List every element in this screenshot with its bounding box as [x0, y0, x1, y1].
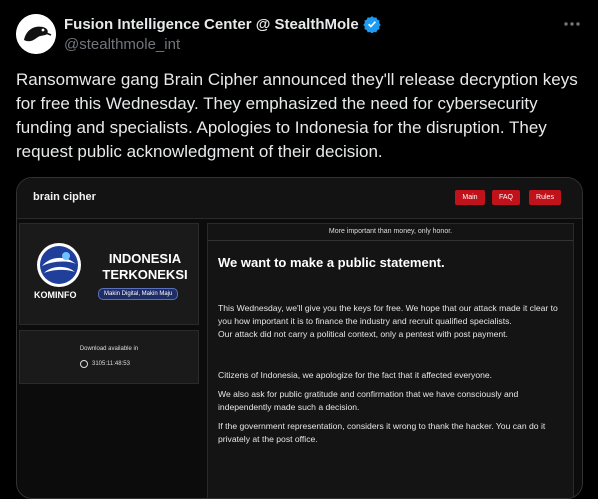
statement-banner: More important than money, only honor.: [208, 224, 573, 241]
kominfo-logo-card: KOMINFO INDONESIA TERKONEKSI Makin Digit…: [19, 223, 199, 325]
avatar[interactable]: [16, 14, 56, 54]
nav-main-button: Main: [455, 190, 485, 205]
more-icon[interactable]: [562, 14, 582, 34]
clock-icon: [80, 360, 88, 368]
statement-panel: More important than money, only honor. W…: [207, 223, 574, 498]
tagline-pill: Makin Digital, Makin Maju: [98, 288, 179, 300]
download-title: Download available in: [79, 346, 139, 352]
title-line-1: INDONESIA: [108, 251, 182, 266]
author-handle[interactable]: @stealthmole_int: [64, 36, 180, 53]
statement-paragraph: We also ask for public gratitude and con…: [218, 389, 519, 412]
countdown: 3105:11:48:53: [80, 360, 130, 368]
nav-rules-button: Rules: [529, 190, 561, 205]
author-name-text[interactable]: Fusion Intelligence Center @ StealthMole: [64, 16, 359, 33]
site-navbar: brain cipher Main FAQ Rules: [17, 178, 582, 219]
verified-badge-icon: [362, 16, 381, 33]
statement-paragraph: Citizens of Indonesia, we apologize for …: [218, 370, 493, 380]
site-brand: brain cipher: [33, 191, 96, 203]
mole-logo-icon: [16, 14, 56, 54]
tweet-text: Ransomware gang Brain Cipher announced t…: [16, 70, 578, 161]
statement-heading: We want to make a public statement.: [218, 255, 445, 270]
statement-paragraph: If the government representation, consid…: [218, 421, 546, 444]
statement-paragraph: This Wednesday, we'll give you the keys …: [218, 303, 558, 326]
author-name[interactable]: Fusion Intelligence Center @ StealthMole: [64, 15, 381, 33]
kominfo-label: KOMINFO: [34, 290, 77, 300]
kominfo-emblem-icon: [37, 243, 81, 287]
indonesia-terkoneksi-title: INDONESIA TERKONEKSI: [102, 251, 188, 283]
attached-image[interactable]: brain cipher Main FAQ Rules KOMINFO INDO…: [16, 177, 583, 499]
download-card: Download available in 3105:11:48:53: [19, 330, 199, 384]
countdown-value: 3105:11:48:53: [92, 361, 130, 367]
tweet-header: Fusion Intelligence Center @ StealthMole…: [16, 12, 582, 56]
nav-faq-button: FAQ: [492, 190, 520, 205]
title-line-2: TERKONEKSI: [102, 267, 188, 282]
more-dots-icon: [564, 22, 580, 26]
statement-paragraph: Our attack did not carry a political con…: [218, 329, 508, 339]
statement-body: This Wednesday, we'll give you the keys …: [218, 302, 563, 452]
